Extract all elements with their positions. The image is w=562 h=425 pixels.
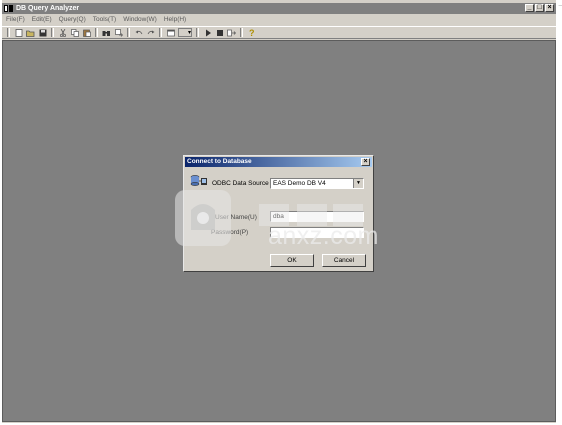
dialog-title: Connect to Database xyxy=(187,158,252,165)
results-mode-dropdown[interactable]: ▾ xyxy=(178,28,192,37)
menu-window[interactable]: Window(W) xyxy=(123,15,157,25)
user-name-label: User Name(U) xyxy=(215,214,257,221)
toolbar-separator xyxy=(240,28,243,37)
menu-help[interactable]: Help(H) xyxy=(164,15,186,25)
menu-edit[interactable]: Edit(E) xyxy=(32,15,52,25)
copy-icon[interactable] xyxy=(70,28,79,37)
help-icon[interactable]: ? xyxy=(247,28,256,37)
toolbar-grip xyxy=(7,28,10,37)
title-bar: DB Query Analyzer _ □ × xyxy=(2,3,556,14)
stop-icon[interactable] xyxy=(215,28,224,37)
window-title: DB Query Analyzer xyxy=(16,5,80,12)
toolbar-separator xyxy=(127,28,130,37)
data-source-value: EAS Demo DB V4 xyxy=(273,180,326,187)
toolbar-separator xyxy=(95,28,98,37)
results-grid-icon[interactable] xyxy=(166,28,175,37)
toolbar: ▾ ? xyxy=(2,26,556,39)
redo-icon[interactable] xyxy=(146,28,155,37)
user-name-input[interactable]: dba xyxy=(270,211,364,222)
toolbar-separator xyxy=(51,28,54,37)
menu-query[interactable]: Query(Q) xyxy=(59,15,86,25)
maximize-button[interactable]: □ xyxy=(535,4,544,12)
data-source-label: ODBC Data Source xyxy=(212,180,269,187)
user-name-value: dba xyxy=(273,213,284,220)
save-icon[interactable] xyxy=(38,28,47,37)
cancel-button[interactable]: Cancel xyxy=(322,254,366,267)
find-icon[interactable] xyxy=(102,28,111,37)
menu-file[interactable]: File(F) xyxy=(6,15,25,25)
chevron-down-icon[interactable]: ▼ xyxy=(353,179,363,188)
toolbar-separator xyxy=(196,28,199,37)
parse-icon[interactable] xyxy=(227,28,236,37)
execute-icon[interactable] xyxy=(203,28,212,37)
open-icon[interactable] xyxy=(26,28,35,37)
window-controls: _ □ × xyxy=(525,4,554,13)
corner-mark: _ xyxy=(558,0,562,6)
ok-button[interactable]: OK xyxy=(270,254,314,267)
app-icon xyxy=(4,5,13,12)
undo-icon[interactable] xyxy=(134,28,143,37)
password-label: Password(P) xyxy=(211,229,249,236)
paste-icon[interactable] xyxy=(82,28,91,37)
data-source-select[interactable]: EAS Demo DB V4 ▼ xyxy=(270,178,364,189)
close-button[interactable]: × xyxy=(545,4,554,12)
replace-icon[interactable] xyxy=(114,28,123,37)
toolbar-separator xyxy=(159,28,162,37)
cut-icon[interactable] xyxy=(58,28,67,37)
minimize-button[interactable]: _ xyxy=(525,4,534,12)
menu-tools[interactable]: Tools(T) xyxy=(93,15,116,25)
watermark-text: anxz.com xyxy=(268,222,379,250)
new-icon[interactable] xyxy=(14,28,23,37)
connect-dialog: Connect to Database × ODBC Data Source E… xyxy=(183,155,374,272)
database-connection-icon xyxy=(190,175,207,186)
dialog-title-bar: Connect to Database × xyxy=(185,157,372,167)
dialog-close-button[interactable]: × xyxy=(361,158,370,166)
svg-text:?: ? xyxy=(249,28,255,37)
menu-bar: File(F) Edit(E) Query(Q) Tools(T) Window… xyxy=(2,15,556,25)
